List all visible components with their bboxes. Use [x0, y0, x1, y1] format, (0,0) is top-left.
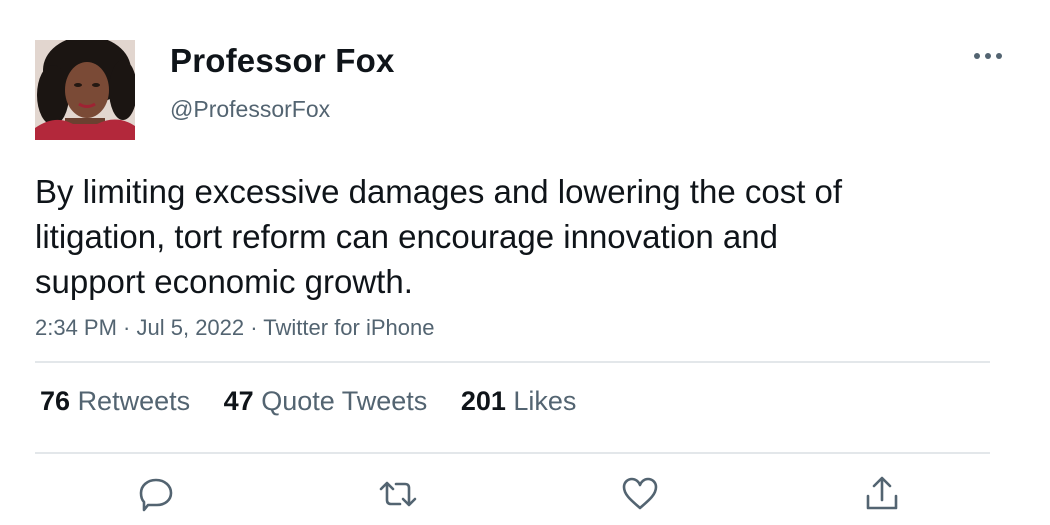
- engagement-stats: 76 Retweets 47 Quote Tweets 201 Likes: [40, 386, 602, 417]
- likes-stat[interactable]: 201 Likes: [461, 386, 577, 417]
- quote-tweets-label: Quote Tweets: [261, 386, 428, 416]
- share-icon[interactable]: [862, 474, 902, 514]
- reply-icon[interactable]: [136, 474, 176, 514]
- divider: [35, 452, 990, 454]
- meta-separator: ·: [116, 315, 137, 340]
- tweet-card: Professor Fox @ProfessorFox By limiting …: [0, 0, 1050, 525]
- tweet-metadata: 2:34 PM · Jul 5, 2022 · Twitter for iPho…: [35, 315, 434, 341]
- quote-tweets-count: 47: [223, 386, 254, 416]
- tweet-text: By limiting excessive damages and loweri…: [35, 173, 843, 300]
- tweet-source[interactable]: Twitter for iPhone: [263, 315, 434, 340]
- likes-label: Likes: [513, 386, 577, 416]
- display-name[interactable]: Professor Fox: [170, 42, 395, 80]
- meta-separator: ·: [244, 315, 264, 340]
- retweets-stat[interactable]: 76 Retweets: [40, 386, 190, 417]
- retweets-count: 76: [40, 386, 71, 416]
- tweet-date[interactable]: Jul 5, 2022: [137, 315, 245, 340]
- likes-count: 201: [460, 386, 506, 416]
- more-options-icon[interactable]: [968, 44, 1008, 68]
- like-icon[interactable]: [620, 474, 660, 514]
- quote-tweets-stat[interactable]: 47 Quote Tweets: [224, 386, 428, 417]
- retweets-label: Retweets: [77, 386, 191, 416]
- divider: [35, 361, 990, 363]
- avatar[interactable]: [35, 40, 135, 140]
- user-handle[interactable]: @ProfessorFox: [170, 96, 330, 123]
- retweet-icon[interactable]: [378, 474, 418, 514]
- tweet-time[interactable]: 2:34 PM: [35, 315, 117, 340]
